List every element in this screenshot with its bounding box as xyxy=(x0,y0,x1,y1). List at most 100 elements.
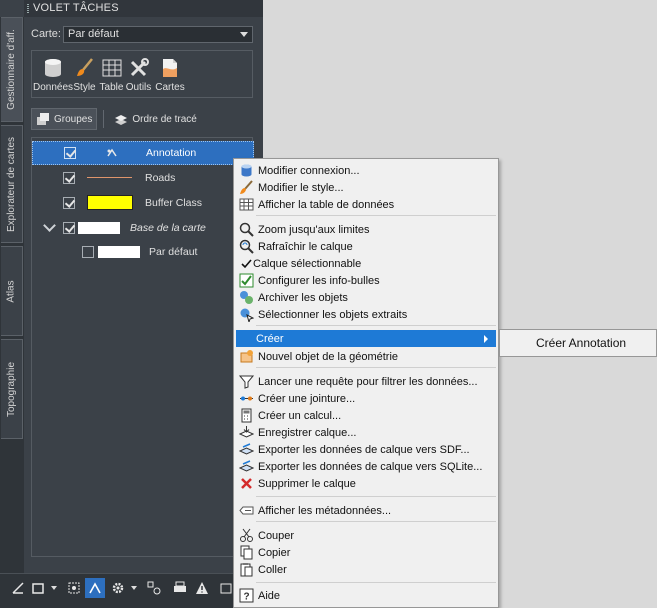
copy-icon xyxy=(240,545,253,560)
menu-item-filter-query[interactable]: Lancer une requête pour filtrer les donn… xyxy=(236,373,496,390)
shapes-icon[interactable] xyxy=(144,578,164,598)
annotation-tool-icon[interactable] xyxy=(85,578,105,598)
chevron-down-icon[interactable] xyxy=(43,219,56,232)
menu-item-show-metadata[interactable]: Afficher les métadonnées... xyxy=(236,502,496,519)
menu-item-help[interactable]: ? Aide xyxy=(236,587,496,604)
tab-draw-order[interactable]: Ordre de tracé xyxy=(110,108,200,130)
menu-separator xyxy=(256,496,496,497)
menu-separator xyxy=(256,325,496,326)
select-extracted-icon xyxy=(240,308,254,322)
menu-item-edit-connection[interactable]: Modifier connexion... xyxy=(236,162,496,179)
menu-item-export-sdf[interactable]: Exporter les données de calque vers SDF.… xyxy=(236,441,496,458)
vertical-tab-strip: Gestionnaire d'aff. Explorateur de carte… xyxy=(0,17,24,577)
layer-row-annotation[interactable]: Annotation xyxy=(32,141,254,165)
tools-icon xyxy=(130,58,149,77)
brush-icon xyxy=(240,180,253,194)
help-icon: ? xyxy=(239,588,254,603)
calculator-icon xyxy=(241,408,252,423)
bottom-toolbar xyxy=(0,573,263,608)
tab-map-explorer[interactable]: Explorateur de cartes xyxy=(1,125,23,243)
layer-checkbox[interactable] xyxy=(82,246,94,258)
database-icon xyxy=(45,59,61,77)
brush-icon xyxy=(76,58,93,76)
map-select-value: Par défaut xyxy=(68,27,119,40)
layer-name: Base de la carte xyxy=(130,222,206,234)
menu-item-copy[interactable]: Copier xyxy=(236,544,496,561)
gear-icon[interactable] xyxy=(108,578,128,598)
tab-atlas[interactable]: Atlas xyxy=(1,246,23,336)
metadata-icon xyxy=(239,506,254,515)
new-feature-icon xyxy=(240,350,253,363)
layer-name: Buffer Class xyxy=(145,197,202,209)
tab-display-manager[interactable]: Gestionnaire d'aff. xyxy=(1,17,23,122)
group-style-swatch xyxy=(78,222,120,234)
menu-item-create[interactable]: Créer xyxy=(236,330,496,347)
menu-item-archive-features[interactable]: Archiver les objets xyxy=(236,289,496,306)
grip-icon[interactable] xyxy=(27,4,29,13)
layer-checkbox[interactable] xyxy=(64,147,76,159)
tools-button[interactable]: Outils xyxy=(125,51,152,97)
table-icon xyxy=(102,59,121,77)
menu-item-zoom-extents[interactable]: Zoom jusqu'aux limites xyxy=(236,221,496,238)
refresh-icon xyxy=(239,239,254,254)
menu-item-save-layer[interactable]: Enregistrer calque... xyxy=(236,424,496,441)
tab-topography[interactable]: Topographie xyxy=(1,339,23,439)
tab-divider xyxy=(103,110,105,128)
layer-checkbox[interactable] xyxy=(63,222,75,234)
fill-style-swatch xyxy=(87,195,133,210)
layer-row-buffer-class[interactable]: Buffer Class xyxy=(32,191,254,215)
layer-row-default[interactable]: Par défaut xyxy=(32,240,254,264)
submenu-item-create-annotation[interactable]: Créer Annotation xyxy=(536,336,626,350)
tooltip-icon xyxy=(239,273,254,288)
table-icon xyxy=(239,198,254,211)
maps-button[interactable]: Cartes xyxy=(152,51,188,97)
print-icon[interactable] xyxy=(170,578,190,598)
chevron-down-icon[interactable] xyxy=(51,586,57,590)
paste-icon xyxy=(240,563,253,577)
panel-title-bar[interactable]: VOLET TÂCHES xyxy=(24,0,263,17)
menu-item-show-data-table[interactable]: Afficher la table de données xyxy=(236,196,496,213)
layer-context-menu: Modifier connexion... Modifier le style.… xyxy=(233,158,499,608)
menu-item-export-sqlite[interactable]: Exporter les données de calque vers SQLi… xyxy=(236,458,496,475)
rectangle-icon[interactable] xyxy=(28,578,48,598)
menu-item-delete-layer[interactable]: Supprimer le calque xyxy=(236,475,496,492)
layer-tree: Annotation Roads Buffer Class Base de la… xyxy=(31,137,254,557)
layer-view-tabs: Groupes Ordre de tracé xyxy=(31,107,253,131)
menu-item-selectable-layer[interactable]: Calque sélectionnable xyxy=(236,255,496,272)
join-icon xyxy=(240,396,253,401)
export-sdf-icon xyxy=(239,443,254,455)
layer-name: Roads xyxy=(145,172,176,184)
layer-checkbox[interactable] xyxy=(63,197,75,209)
tab-groups[interactable]: Groupes xyxy=(31,108,98,130)
database-icon xyxy=(241,164,252,177)
menu-separator xyxy=(256,215,496,216)
menu-item-create-calculation[interactable]: Créer un calcul... xyxy=(236,407,496,424)
map-select[interactable]: Par défaut xyxy=(63,25,253,43)
menu-item-new-geometry-feature[interactable]: Nouvel objet de la géométrie xyxy=(236,348,496,365)
layer-checkbox[interactable] xyxy=(63,172,75,184)
chevron-right-icon xyxy=(484,335,488,343)
menu-separator xyxy=(256,582,496,583)
menu-item-refresh-layer[interactable]: Rafraîchir le calque xyxy=(236,238,496,255)
table-button[interactable]: Table xyxy=(98,51,125,97)
style-button[interactable]: Style xyxy=(71,51,98,97)
layer-group-base-map[interactable]: Base de la carte xyxy=(32,216,254,240)
menu-item-paste[interactable]: Coller xyxy=(236,561,496,578)
menu-item-edit-style[interactable]: Modifier le style... xyxy=(236,179,496,196)
menu-item-create-join[interactable]: Créer une jointure... xyxy=(236,390,496,407)
check-icon xyxy=(241,259,252,269)
layer-style-swatch xyxy=(98,246,140,258)
menu-item-select-extracted-features[interactable]: Sélectionner les objets extraits xyxy=(236,306,496,323)
draw-order-icon xyxy=(115,115,128,125)
zoom-extents-icon[interactable] xyxy=(64,578,84,598)
chevron-down-icon[interactable] xyxy=(131,586,137,590)
layer-name: Par défaut xyxy=(149,246,198,258)
data-button[interactable]: Données xyxy=(33,51,73,97)
layer-row-roads[interactable]: Roads xyxy=(32,166,254,190)
menu-item-cut[interactable]: Couper xyxy=(236,527,496,544)
warning-icon[interactable] xyxy=(192,578,212,598)
filter-icon xyxy=(239,375,254,389)
menu-item-configure-tooltips[interactable]: Configurer les info-bulles xyxy=(236,272,496,289)
line-icon[interactable] xyxy=(8,578,28,598)
cut-icon xyxy=(240,528,253,542)
